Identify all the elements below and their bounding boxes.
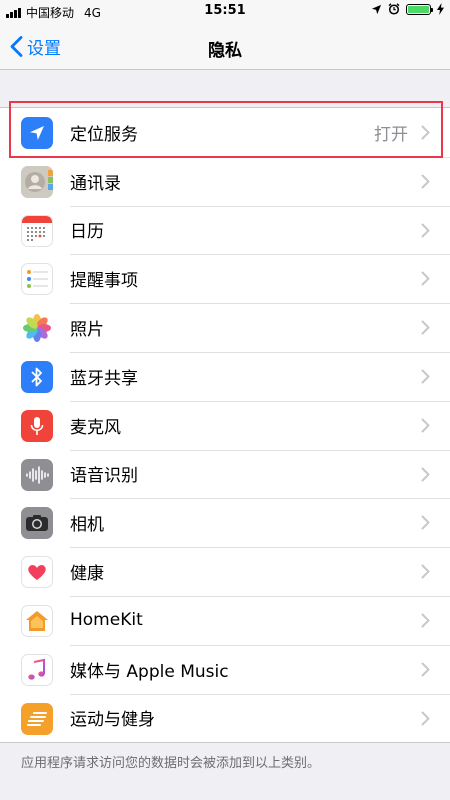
chevron-right-icon xyxy=(421,271,430,286)
chevron-right-icon xyxy=(421,418,430,433)
footer-note: 应用程序请求访问您的数据时会被添加到以上类别。 xyxy=(21,756,321,771)
row-homekit[interactable]: HomeKit xyxy=(0,595,450,645)
row-label: 照片 xyxy=(70,320,104,341)
row-label: 运动与健身 xyxy=(70,710,155,731)
contacts-icon xyxy=(21,165,53,198)
row-value: 打开 xyxy=(374,124,408,145)
homekit-icon xyxy=(21,604,53,637)
chevron-right-icon xyxy=(421,125,430,140)
row-label: 语音识别 xyxy=(70,466,138,487)
row-bluetooth-sharing[interactable]: 蓝牙共享 xyxy=(0,351,450,401)
privacy-list: 定位服务 打开 通讯录 日历 提醒事项 照片 蓝牙共享 麦克风 语音识别 相机 … xyxy=(0,107,450,744)
row-location-services[interactable]: 定位服务 打开 xyxy=(0,108,450,157)
alarm-clock-icon xyxy=(388,3,400,15)
chevron-right-icon xyxy=(421,613,430,628)
chevron-right-icon xyxy=(421,320,430,335)
chevron-right-icon xyxy=(421,711,430,726)
row-label: HomeKit xyxy=(70,610,143,631)
row-health[interactable]: 健康 xyxy=(0,547,450,596)
row-reminders[interactable]: 提醒事项 xyxy=(0,254,450,303)
page-title: 隐私 xyxy=(208,41,242,61)
row-label: 媒体与 Apple Music xyxy=(70,661,229,682)
charging-bolt-icon xyxy=(437,3,444,15)
row-media-apple-music[interactable]: 媒体与 Apple Music xyxy=(0,644,450,694)
motion-fitness-icon xyxy=(21,702,53,735)
row-contacts[interactable]: 通讯录 xyxy=(0,156,450,206)
chevron-right-icon xyxy=(421,515,430,530)
row-speech-recognition[interactable]: 语音识别 xyxy=(0,449,450,499)
row-label: 相机 xyxy=(70,515,104,536)
row-label: 日历 xyxy=(70,222,104,243)
battery-icon xyxy=(406,3,433,15)
microphone-icon xyxy=(21,409,53,442)
chevron-right-icon xyxy=(421,662,430,677)
row-microphone[interactable]: 麦克风 xyxy=(0,400,450,450)
photos-icon xyxy=(21,312,53,345)
row-motion-fitness[interactable]: 运动与健身 xyxy=(0,693,450,743)
status-bar: 中国移动 4G 15:51 xyxy=(0,0,450,24)
row-label: 麦克风 xyxy=(70,417,121,438)
row-label: 定位服务 xyxy=(70,124,138,145)
row-label: 通讯录 xyxy=(70,173,121,194)
row-photos[interactable]: 照片 xyxy=(0,303,450,352)
row-camera[interactable]: 相机 xyxy=(0,498,450,547)
reminders-icon xyxy=(21,263,53,296)
row-label: 蓝牙共享 xyxy=(70,368,138,389)
chevron-right-icon xyxy=(421,223,430,238)
status-right xyxy=(371,3,444,15)
chevron-right-icon xyxy=(421,467,430,482)
health-icon xyxy=(21,556,53,589)
chevron-right-icon xyxy=(421,564,430,579)
navigation-bar: 设置 隐私 xyxy=(0,24,450,70)
row-label: 健康 xyxy=(70,564,104,585)
location-arrow-icon xyxy=(21,117,53,149)
chevron-right-icon xyxy=(421,174,430,189)
row-calendar[interactable]: 日历 xyxy=(0,205,450,255)
chevron-right-icon xyxy=(421,369,430,384)
bluetooth-icon xyxy=(21,360,53,393)
camera-icon xyxy=(21,507,53,540)
location-services-icon xyxy=(371,4,382,14)
calendar-icon xyxy=(21,214,53,247)
row-label: 提醒事项 xyxy=(70,271,138,292)
music-icon xyxy=(21,653,53,686)
speech-recognition-icon xyxy=(21,458,53,491)
